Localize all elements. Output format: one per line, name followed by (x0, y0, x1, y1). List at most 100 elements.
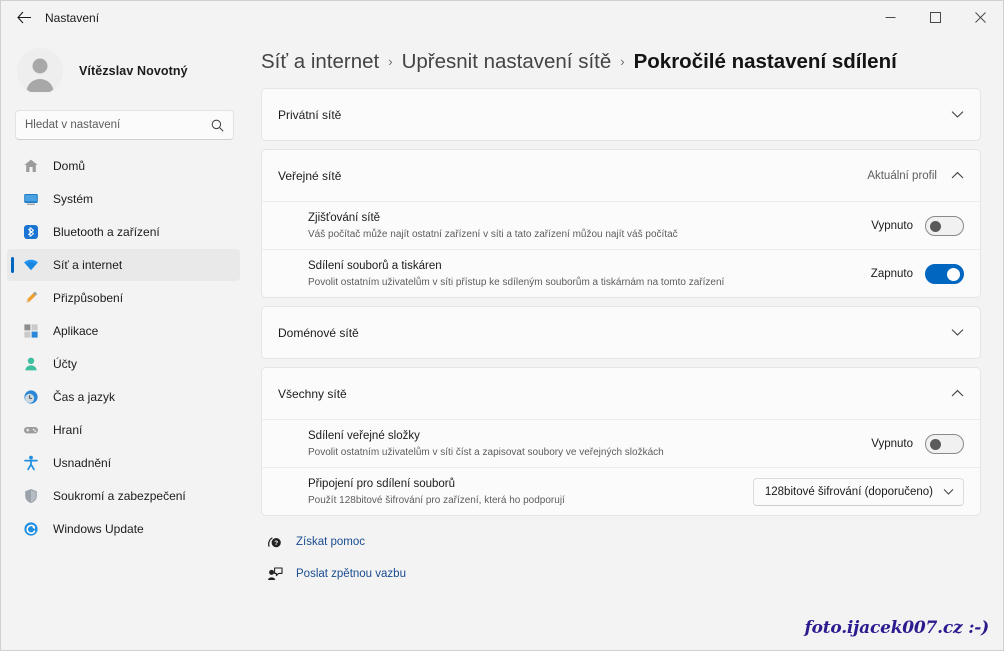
toggle-state-label: Vypnuto (871, 220, 913, 232)
sidebar-item-label: Aplikace (53, 324, 98, 338)
chevron-up-icon (951, 389, 964, 398)
search-box[interactable] (15, 110, 234, 140)
breadcrumb: Síť a internet › Upřesnit nastavení sítě… (261, 34, 981, 88)
close-icon (975, 12, 986, 23)
sidebar-item-label: Domů (53, 159, 85, 173)
link-label: Získat pomoc (296, 536, 365, 548)
card-public-networks: Veřejné sítě Aktuální profil Zjišťování … (261, 149, 981, 298)
sidebar-item-hrani[interactable]: Hraní (7, 414, 240, 446)
sidebar-item-cas-a-jazyk[interactable]: Čas a jazyk (7, 381, 240, 413)
window-body: Vítězslav Novotný (1, 34, 1003, 651)
card-header-all-networks[interactable]: Všechny sítě (262, 368, 980, 419)
row-description: Váš počítač může najít ostatní zařízení … (308, 228, 871, 241)
chevron-down-icon (951, 328, 964, 337)
breadcrumb-item-network[interactable]: Síť a internet (261, 50, 379, 74)
page-title: Pokročilé nastavení sdílení (634, 50, 897, 74)
maximize-button[interactable] (913, 1, 958, 34)
apps-icon (21, 321, 41, 341)
bluetooth-icon (21, 222, 41, 242)
sidebar-item-label: Účty (53, 357, 77, 371)
sidebar-item-domu[interactable]: Domů (7, 150, 240, 182)
windows-update-icon (21, 519, 41, 539)
privacy-security-icon (21, 486, 41, 506)
encryption-dropdown[interactable]: 128bitové šifrování (doporučeno) (753, 478, 964, 506)
svg-text:?: ? (274, 540, 278, 547)
card-domain-networks: Doménové sítě (261, 306, 981, 359)
chevron-down-icon (943, 488, 954, 496)
sidebar-item-system[interactable]: Systém (7, 183, 240, 215)
network-icon (21, 255, 41, 275)
search-input[interactable] (25, 119, 211, 131)
sidebar-item-label: Systém (53, 192, 93, 206)
sidebar-item-prizpusobeni[interactable]: Přizpůsobení (7, 282, 240, 314)
card-all-networks: Všechny sítě Sdílení veřejné složky Povo… (261, 367, 981, 516)
accessibility-icon (21, 453, 41, 473)
sidebar-item-windows-update[interactable]: Windows Update (7, 513, 240, 545)
row-title: Sdílení veřejné složky (308, 429, 871, 444)
window-title: Nastavení (45, 11, 99, 25)
sidebar-item-label: Síť a internet (53, 258, 122, 272)
chevron-down-icon (951, 110, 964, 119)
network-discovery-toggle[interactable] (925, 216, 964, 236)
breadcrumb-item-advanced-network[interactable]: Upřesnit nastavení sítě (402, 50, 612, 74)
get-help-icon: ? (264, 534, 286, 550)
breadcrumb-separator: › (388, 54, 392, 69)
window-controls (868, 1, 1003, 34)
maximize-icon (930, 12, 941, 23)
card-title: Všechny sítě (278, 387, 951, 401)
link-label: Poslat zpětnou vazbu (296, 568, 406, 580)
chevron-up-icon (951, 171, 964, 180)
card-meta-current-profile: Aktuální profil (867, 170, 937, 182)
get-help-link[interactable]: ? Získat pomoc (264, 530, 981, 554)
row-file-printer-sharing: Sdílení souborů a tiskáren Povolit ostat… (262, 249, 980, 297)
row-description: Použít 128bitové šifrování pro zařízení,… (308, 494, 753, 507)
watermark: foto.ijacek007.cz :-) (804, 618, 989, 638)
sidebar-item-sit-a-internet[interactable]: Síť a internet (7, 249, 240, 281)
toggle-state-label: Zapnuto (871, 268, 913, 280)
row-description: Povolit ostatním uživatelům v síti číst … (308, 446, 871, 459)
card-header-domain-networks[interactable]: Doménové sítě (262, 307, 980, 358)
user-avatar-icon (17, 48, 63, 94)
dropdown-selected-value: 128bitové šifrování (doporučeno) (765, 486, 933, 498)
sidebar-item-ucty[interactable]: Účty (7, 348, 240, 380)
card-title: Veřejné sítě (278, 169, 867, 183)
close-button[interactable] (958, 1, 1003, 34)
sidebar-item-soukromi-a-zabezpeceni[interactable]: Soukromí a zabezpečení (7, 480, 240, 512)
toggle-knob (930, 439, 941, 450)
sidebar-item-label: Windows Update (53, 522, 144, 536)
home-icon (21, 156, 41, 176)
sidebar-item-label: Bluetooth a zařízení (53, 225, 160, 239)
profile-name: Vítězslav Novotný (79, 64, 188, 78)
row-texts: Zjišťování sítě Váš počítač může najít o… (308, 211, 871, 241)
system-icon (21, 189, 41, 209)
sidebar-item-bluetooth[interactable]: Bluetooth a zařízení (7, 216, 240, 248)
sidebar-item-label: Hraní (53, 423, 82, 437)
gaming-icon (21, 420, 41, 440)
public-folder-sharing-toggle[interactable] (925, 434, 964, 454)
back-button[interactable] (7, 3, 41, 33)
row-title: Připojení pro sdílení souborů (308, 477, 753, 492)
row-texts: Připojení pro sdílení souborů Použít 128… (308, 477, 753, 507)
feedback-icon (264, 566, 286, 582)
minimize-button[interactable] (868, 1, 913, 34)
card-title: Privátní sítě (278, 108, 951, 122)
sidebar-item-label: Usnadnění (53, 456, 111, 470)
breadcrumb-separator: › (620, 54, 624, 69)
personalization-icon (21, 288, 41, 308)
sidebar-item-label: Soukromí a zabezpečení (53, 489, 186, 503)
row-network-discovery: Zjišťování sítě Váš počítač může najít o… (262, 201, 980, 249)
search-icon (211, 119, 224, 132)
minimize-icon (885, 12, 896, 23)
file-printer-sharing-toggle[interactable] (925, 264, 964, 284)
sidebar-item-label: Čas a jazyk (53, 390, 115, 404)
row-file-sharing-connections: Připojení pro sdílení souborů Použít 128… (262, 467, 980, 515)
card-header-public-networks[interactable]: Veřejné sítě Aktuální profil (262, 150, 980, 201)
row-public-folder-sharing: Sdílení veřejné složky Povolit ostatním … (262, 419, 980, 467)
toggle-knob (930, 221, 941, 232)
user-profile[interactable]: Vítězslav Novotný (1, 38, 248, 108)
send-feedback-link[interactable]: Poslat zpětnou vazbu (264, 562, 981, 586)
card-header-private-networks[interactable]: Privátní sítě (262, 89, 980, 140)
toggle-knob (947, 268, 960, 281)
sidebar-item-aplikace[interactable]: Aplikace (7, 315, 240, 347)
sidebar-item-usnadneni[interactable]: Usnadnění (7, 447, 240, 479)
